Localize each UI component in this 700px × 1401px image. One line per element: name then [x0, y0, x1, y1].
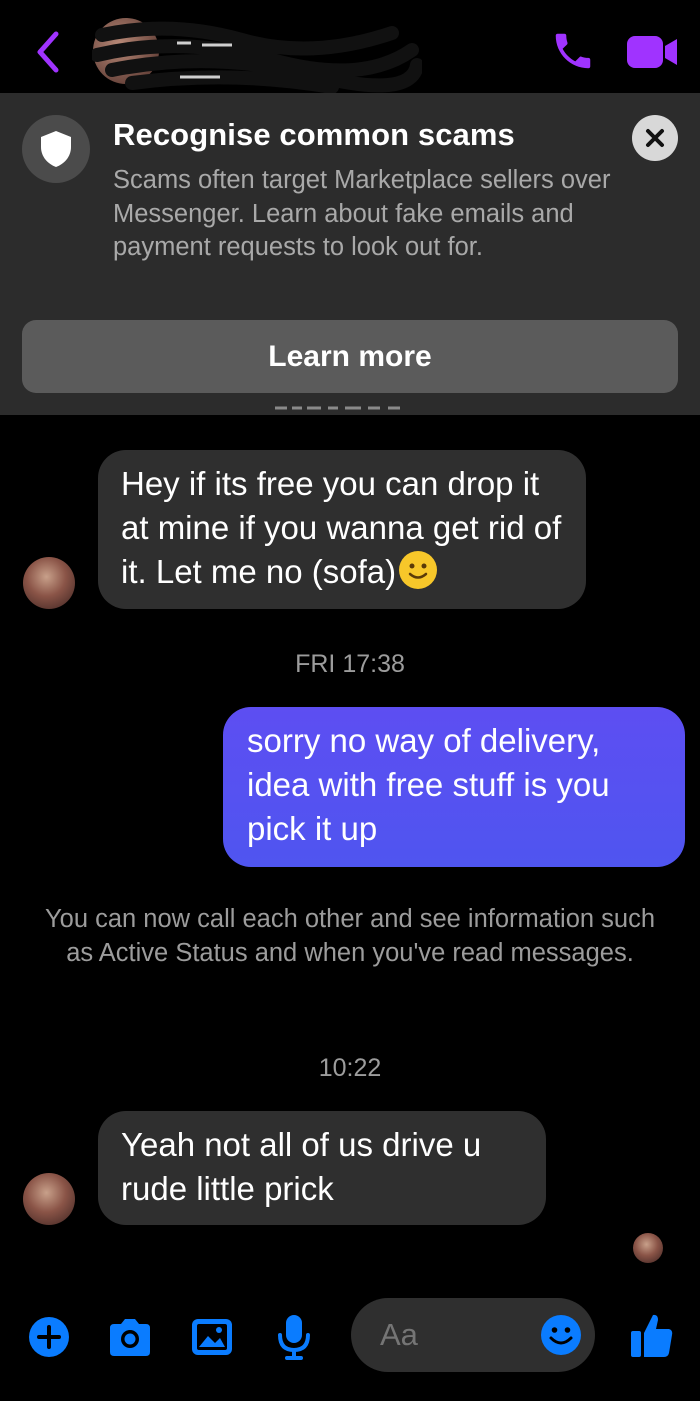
timestamp: 10:22: [318, 1054, 382, 1082]
shield-icon: [22, 115, 90, 183]
outgoing-message[interactable]: sorry no way of delivery, idea with free…: [223, 707, 685, 867]
message-text: Yeah not all of us drive u rude little p…: [121, 1126, 482, 1207]
message-text: Hey if its free you can drop it at mine …: [121, 465, 562, 590]
video-camera-icon[interactable]: [627, 34, 679, 70]
clipped-timestamp: [270, 405, 420, 417]
phone-icon[interactable]: [550, 28, 596, 74]
scam-warning-banner: Recognise common scams Scams often targe…: [0, 93, 700, 415]
message-input[interactable]: [380, 1317, 530, 1353]
redaction-scribble: [92, 21, 422, 94]
sender-avatar[interactable]: [23, 1173, 75, 1225]
banner-title: Recognise common scams: [113, 117, 515, 152]
timestamp: FRI 17:38: [295, 650, 405, 678]
sender-avatar[interactable]: [23, 557, 75, 609]
thumbs-up-icon[interactable]: [629, 1311, 675, 1364]
system-notice: You can now call each other and see info…: [44, 905, 656, 967]
microphone-icon[interactable]: [275, 1313, 313, 1366]
read-receipt-avatar: [633, 1233, 663, 1263]
learn-more-button[interactable]: Learn more: [22, 320, 678, 393]
camera-icon[interactable]: [106, 1316, 154, 1363]
back-chevron-icon[interactable]: [30, 28, 70, 76]
slightly-smiling-face-icon: [399, 551, 438, 589]
conversation-header: [0, 0, 700, 94]
plus-icon[interactable]: [28, 1316, 70, 1363]
close-icon[interactable]: [632, 115, 678, 161]
image-icon[interactable]: [190, 1316, 234, 1363]
incoming-message[interactable]: Yeah not all of us drive u rude little p…: [98, 1111, 546, 1225]
message-composer[interactable]: [351, 1298, 595, 1372]
banner-body: Scams often target Marketplace sellers o…: [113, 166, 611, 261]
message-text: sorry no way of delivery, idea with free…: [247, 722, 610, 847]
emoji-icon[interactable]: [540, 1314, 582, 1361]
incoming-message[interactable]: Hey if its free you can drop it at mine …: [98, 450, 586, 609]
